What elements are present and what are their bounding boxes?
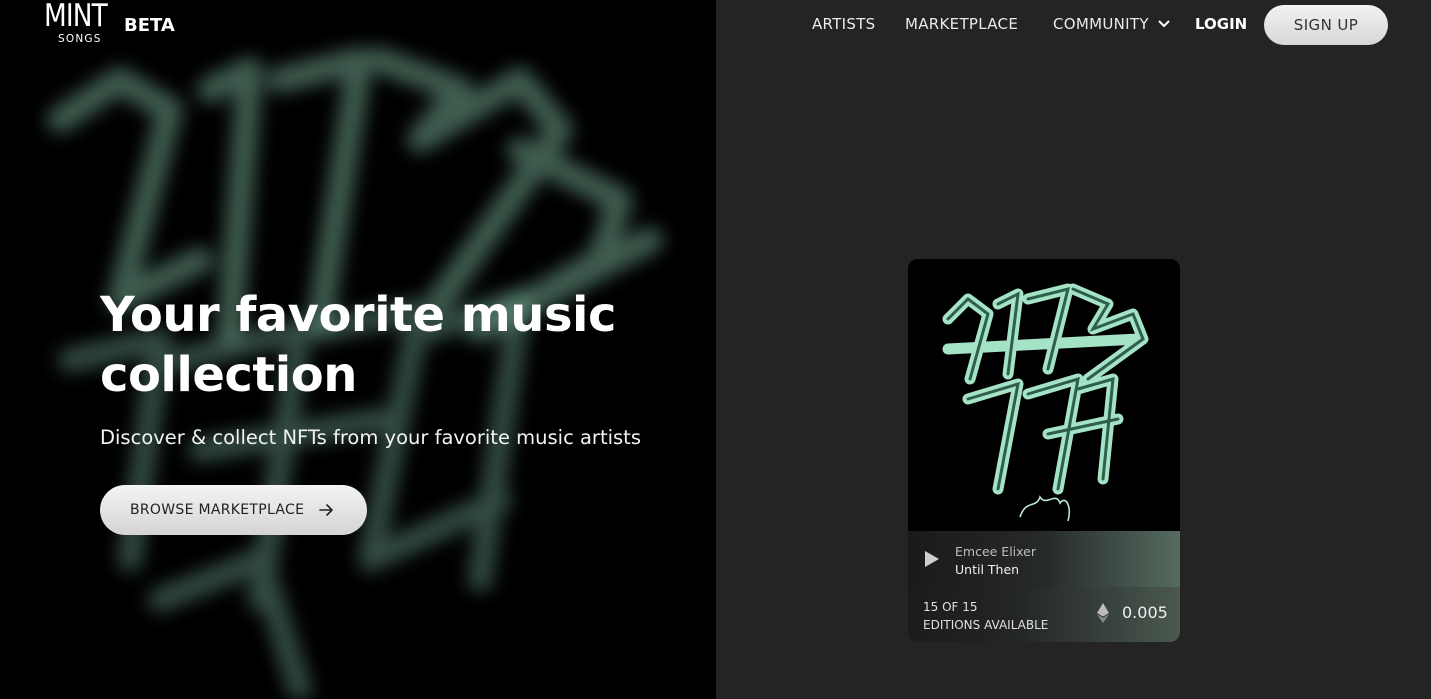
logo-subtitle: SONGS (58, 33, 102, 45)
signup-button[interactable]: SIGN UP (1264, 5, 1388, 45)
nav-marketplace-link[interactable]: MARKETPLACE (905, 15, 1018, 33)
editions-available: 15 OF 15 EDITIONS AVAILABLE (923, 598, 1048, 634)
browse-marketplace-button[interactable]: BROWSE MARKETPLACE (100, 485, 367, 535)
logo-wordmark: MINT (44, 0, 108, 34)
beta-badge: BETA (124, 15, 175, 36)
nav-artists-link[interactable]: ARTISTS (812, 15, 875, 33)
logo[interactable]: MINT SONGS BETA (44, 0, 184, 46)
album-artwork (908, 259, 1180, 531)
browse-marketplace-label: BROWSE MARKETPLACE (130, 502, 305, 518)
ethereum-icon (1097, 603, 1109, 623)
arrow-right-icon (319, 504, 333, 516)
nft-card[interactable]: Emcee Elixer Until Then 15 OF 15 EDITION… (908, 259, 1180, 642)
artist-name[interactable]: Emcee Elixer (955, 544, 1036, 559)
chevron-down-icon[interactable] (1158, 18, 1170, 30)
nav-community-dropdown[interactable]: COMMUNITY (1053, 15, 1149, 33)
hero-subtitle: Discover & collect NFTs from your favori… (100, 426, 641, 449)
hero-title: Your favorite music collection (100, 287, 616, 403)
track-title[interactable]: Until Then (955, 562, 1019, 577)
editions-count: 15 OF 15 (923, 600, 978, 614)
play-icon[interactable] (922, 549, 942, 569)
page: MINT SONGS BETA ARTISTS MARKETPLACE COMM… (0, 0, 1431, 699)
price-value: 0.005 (1122, 603, 1168, 622)
audio-player: Emcee Elixer Until Then (908, 531, 1180, 587)
card-footer: 15 OF 15 EDITIONS AVAILABLE 0.005 (908, 587, 1180, 642)
login-link[interactable]: LOGIN (1195, 15, 1247, 33)
editions-label: EDITIONS AVAILABLE (923, 618, 1049, 632)
